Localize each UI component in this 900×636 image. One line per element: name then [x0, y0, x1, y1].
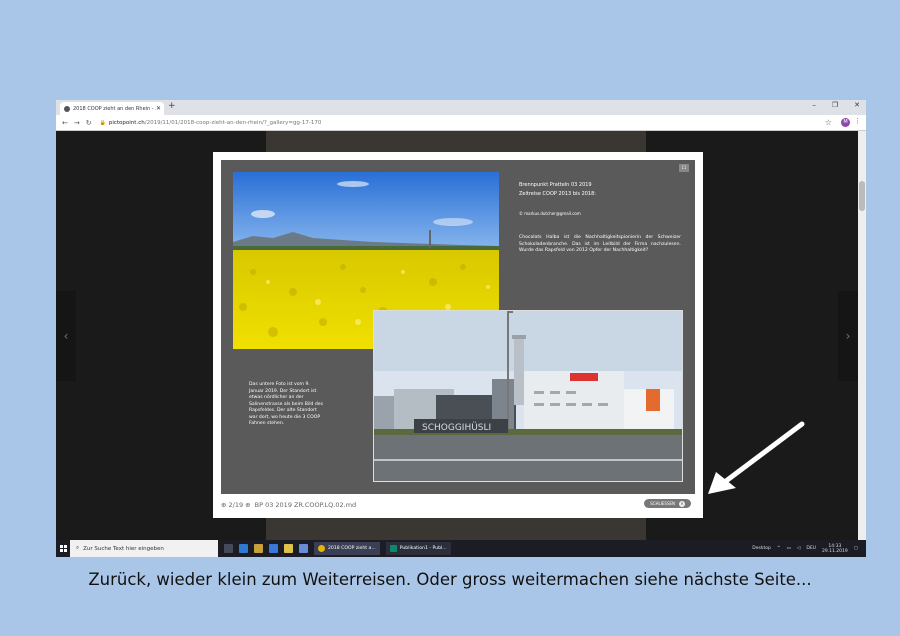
taskbar-app-publisher[interactable]: Publikation1 - Publ...	[385, 542, 451, 555]
factory-svg: SCHOGGIHÜSLI	[374, 311, 682, 481]
volume-icon[interactable]: ◁	[797, 546, 800, 551]
windows-taskbar: ⌕ Zur Suche Text hier eingeben 2018 COOP…	[56, 540, 866, 557]
browser-tab-bar: 2018 COOP zieht an den Rhein - ... ✕ + –…	[56, 100, 866, 115]
site-favicon-icon	[64, 105, 70, 112]
image-caption: BP 03 2019 ZR.COOP.LQ.02.md	[254, 501, 357, 509]
image-counter[interactable]: ⊕ 2/19 ⊕	[221, 501, 251, 509]
search-icon: ⌕	[76, 545, 80, 551]
taskbar-search-placeholder: Zur Suche Text hier eingeben	[83, 545, 164, 552]
close-icon: ✕	[679, 500, 685, 507]
profile-avatar[interactable]: M	[841, 118, 850, 127]
slide-page-number: 11	[679, 164, 689, 172]
browser-tab[interactable]: 2018 COOP zieht an den Rhein - ... ✕	[60, 102, 164, 115]
slide-email: © markus.dutcher@gmail.com	[519, 211, 581, 216]
lightbox-slide-image[interactable]: 11 SCHOGGIHÜSLI Brennpunkt Pratteln 03 2…	[221, 160, 695, 494]
tab-title: 2018 COOP zieht an den Rhein - ...	[73, 105, 156, 112]
network-icon[interactable]: ▭	[787, 546, 791, 551]
slide-text-block: Brennpunkt Pratteln 03 2019 Zeitreise CO…	[519, 182, 681, 262]
task-view-icon[interactable]	[224, 544, 233, 553]
windows-logo-icon	[59, 545, 67, 552]
lightbox-caption: ⊕ 2/19 ⊕ BP 03 2019 ZR.COOP.LQ.02.md	[221, 501, 356, 509]
mail-icon[interactable]	[299, 544, 308, 553]
lightbox-close-button[interactable]: SCHLIESSEN ✕	[644, 499, 691, 508]
url-domain: pictopoint.ch	[108, 119, 145, 126]
lock-icon: 🔒	[99, 119, 106, 126]
notification-icon[interactable]: ▢	[854, 546, 858, 551]
taskbar-app-chrome-label: 2018 COOP zieht a...	[328, 546, 376, 551]
maximize-icon[interactable]: ❐	[832, 101, 838, 109]
slide-subtitle: Zeitreise COOP 2013 bis 2018:	[519, 191, 596, 197]
back-icon[interactable]: ←	[62, 119, 68, 127]
tray-chevron-icon[interactable]: ^	[777, 546, 781, 551]
edge-icon[interactable]	[269, 544, 278, 553]
new-tab-icon[interactable]: +	[168, 101, 176, 111]
forward-icon[interactable]: →	[74, 119, 80, 127]
address-bar: ← → ↻ 🔒 pictopoint.ch /2019/11/01/2018-c…	[56, 115, 866, 131]
url-field[interactable]: 🔒 pictopoint.ch /2019/11/01/2018-coop-zi…	[100, 120, 322, 126]
start-button[interactable]	[56, 540, 70, 557]
close-label: SCHLIESSEN	[650, 501, 675, 506]
taskbar-app-publisher-label: Publikation1 - Publ...	[399, 546, 447, 551]
chrome-icon	[318, 545, 325, 552]
language-indicator[interactable]: DEU	[806, 546, 816, 551]
file-explorer-icon[interactable]	[254, 544, 263, 553]
factory-photo: SCHOGGIHÜSLI	[373, 310, 683, 482]
bookmark-star-icon[interactable]: ☆	[825, 118, 832, 127]
page-scrollbar[interactable]	[858, 131, 866, 540]
taskbar-app-chrome[interactable]: 2018 COOP zieht a...	[314, 542, 380, 555]
gallery-lightbox: 11 SCHOGGIHÜSLI Brennpunkt Pratteln 03 2…	[213, 152, 703, 518]
slide-title: Brennpunkt Pratteln 03 2019	[519, 182, 592, 188]
desktop-toolbar[interactable]: Desktop	[752, 546, 771, 551]
url-path: /2019/11/01/2018-coop-zieht-an-den-rhein…	[144, 119, 322, 126]
system-tray: Desktop ^ ▭ ◁ DEU 14:33 29.11.2019 ▢	[752, 540, 858, 557]
taskbar-search[interactable]: ⌕ Zur Suche Text hier eingeben	[70, 540, 218, 557]
taskbar-pinned-app-icon[interactable]	[239, 544, 248, 553]
window-controls: – ❐ ✕	[812, 101, 860, 109]
gallery-next-button[interactable]: ›	[838, 291, 858, 381]
reload-icon[interactable]: ↻	[86, 119, 92, 127]
store-icon[interactable]	[284, 544, 293, 553]
slide-body-text: Chocolats Halba ist die Nachhaltigkeitsp…	[519, 235, 681, 253]
close-window-icon[interactable]: ✕	[854, 101, 860, 109]
annotation-arrow-icon	[708, 421, 805, 494]
minimize-icon[interactable]: –	[812, 101, 816, 109]
close-tab-icon[interactable]: ✕	[156, 105, 161, 112]
building-sign: SCHOGGIHÜSLI	[422, 422, 491, 433]
slide-caption: Zurück, wieder klein zum Weiterreisen. O…	[88, 570, 812, 589]
browser-menu-icon[interactable]: ⋮	[854, 117, 861, 125]
clock-date: 29.11.2019	[821, 548, 848, 554]
clock[interactable]: 14:33 29.11.2019	[822, 544, 848, 554]
gallery-prev-button[interactable]: ‹	[56, 291, 76, 381]
scrollbar-thumb[interactable]	[859, 181, 865, 211]
publisher-icon	[389, 545, 397, 552]
slide-note-text: Das untere Foto ist vom 9. Januar 2019. …	[249, 382, 324, 426]
